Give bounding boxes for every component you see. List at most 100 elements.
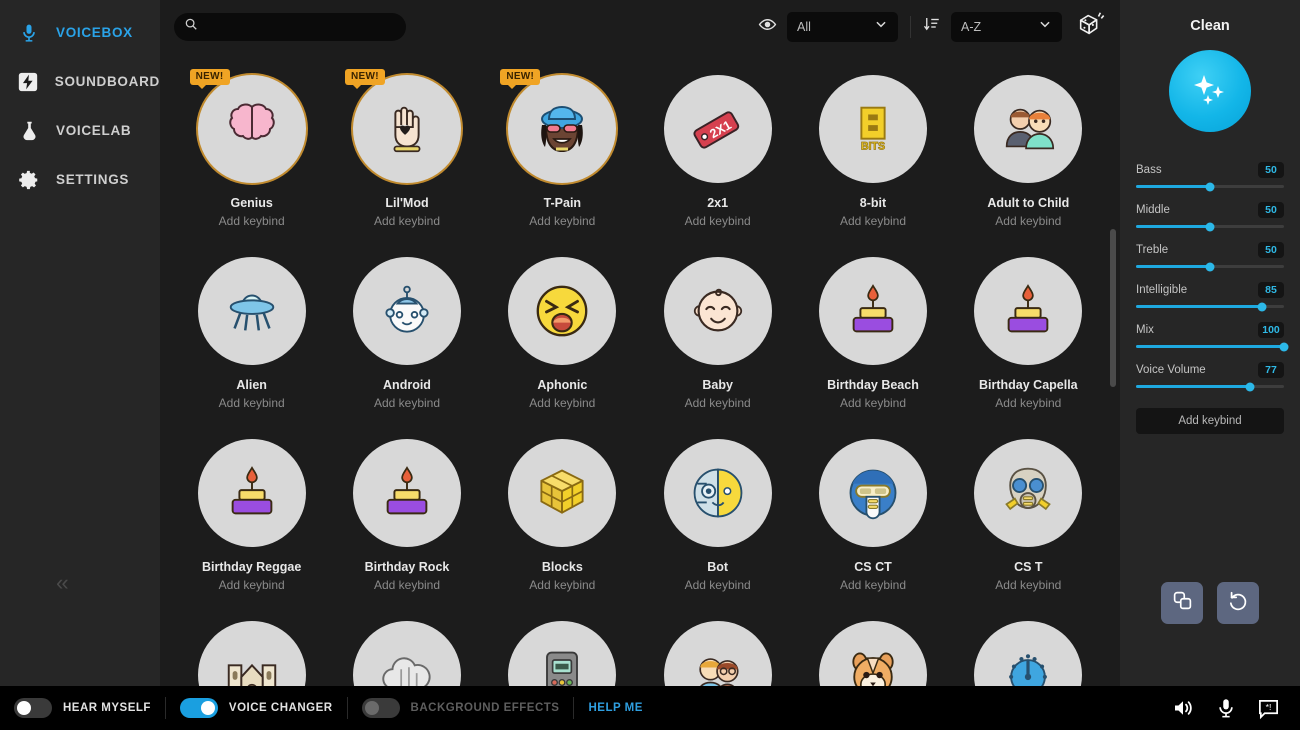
voice-card[interactable]: BITS 8-bit Add keybind (795, 63, 950, 245)
sidebar-item-voicelab[interactable]: VOICELAB (0, 106, 160, 155)
voice-avatar-wrap (974, 439, 1083, 547)
voice-card[interactable] (640, 609, 795, 686)
voice-card[interactable]: Android Add keybind (329, 245, 484, 427)
slider-knob[interactable] (1205, 182, 1215, 191)
search-input[interactable] (205, 19, 396, 34)
slider-track[interactable] (1136, 302, 1284, 311)
voice-add-keybind[interactable]: Add keybind (685, 396, 751, 410)
scrollbar-thumb[interactable] (1110, 229, 1116, 387)
voice-changer-switch[interactable] (179, 698, 218, 718)
slider-knob[interactable] (1245, 382, 1255, 391)
sort-descending-icon[interactable] (923, 15, 941, 38)
slider-value: 50 (1258, 162, 1284, 178)
voice-card[interactable]: Birthday Reggae Add keybind (174, 427, 329, 609)
voice-card[interactable]: Baby Add keybind (640, 245, 795, 427)
voice-add-keybind[interactable]: Add keybind (685, 578, 751, 592)
search-field[interactable] (174, 12, 406, 41)
birthday-cake-icon (352, 439, 461, 547)
voice-add-keybind[interactable]: Add keybind (995, 214, 1061, 228)
voice-card[interactable]: NEW! Genius Add keybind (174, 63, 329, 245)
voice-add-keybind[interactable]: Add keybind (995, 578, 1061, 592)
scrollbar-track[interactable] (1110, 61, 1116, 678)
voice-avatar-wrap (818, 621, 927, 686)
sidebar-item-label: VOICELAB (56, 123, 132, 138)
voice-add-keybind[interactable]: Add keybind (995, 396, 1061, 410)
sidebar-item-soundboard[interactable]: SOUNDBOARD (0, 57, 160, 106)
censor-bleep-icon[interactable]: *! (1257, 697, 1280, 720)
voice-card[interactable]: Birthday Capella Add keybind (951, 245, 1106, 427)
reset-button[interactable] (1217, 582, 1259, 624)
duplicate-button[interactable] (1161, 582, 1203, 624)
slider-value: 77 (1258, 362, 1284, 378)
voice-card[interactable]: CS T Add keybind (951, 427, 1106, 609)
voice-add-keybind[interactable]: Add keybind (840, 396, 906, 410)
help-me-link[interactable]: HELP ME (574, 702, 642, 714)
voice-add-keybind[interactable]: Add keybind (840, 578, 906, 592)
voice-card[interactable]: Alien Add keybind (174, 245, 329, 427)
slider-track[interactable] (1136, 262, 1284, 271)
slider-fill (1136, 345, 1284, 348)
voice-card[interactable]: NEW! Lil'Mod Add keybind (329, 63, 484, 245)
hear-myself-switch[interactable] (14, 698, 52, 718)
randomize-button[interactable] (1076, 9, 1106, 44)
voice-card[interactable]: Birthday Rock Add keybind (329, 427, 484, 609)
toggle-hear-myself[interactable]: HEAR MYSELF (14, 698, 165, 718)
sidebar-item-voicebox[interactable]: VOICEBOX (0, 8, 160, 57)
slider-row: Intelligible 85 (1136, 282, 1284, 311)
voice-card[interactable]: Blocks Add keybind (485, 427, 640, 609)
voice-name: Birthday Beach (827, 378, 919, 392)
slider-knob[interactable] (1205, 262, 1215, 271)
voice-card[interactable]: Aphonic Add keybind (485, 245, 640, 427)
voice-card[interactable]: CS CT Add keybind (795, 427, 950, 609)
voice-add-keybind[interactable]: Add keybind (219, 578, 285, 592)
toggle-background-effects[interactable]: BACKGROUND EFFECTS (348, 698, 574, 718)
voice-card[interactable]: Bot Add keybind (640, 427, 795, 609)
voice-add-keybind[interactable]: Add keybind (219, 214, 285, 228)
voice-card[interactable] (174, 609, 329, 686)
voice-card[interactable]: Adult to Child Add keybind (951, 63, 1106, 245)
panel-add-keybind-button[interactable]: Add keybind (1136, 408, 1284, 434)
voice-add-keybind[interactable]: Add keybind (529, 396, 595, 410)
slider-track[interactable] (1136, 342, 1289, 351)
gas-mask-icon (974, 439, 1083, 547)
filter-group: All (758, 11, 898, 42)
counter-terrorist-icon (818, 439, 927, 547)
slider-knob[interactable] (1257, 302, 1267, 311)
slider-knob[interactable] (1205, 222, 1215, 231)
slider-row: Treble 50 (1136, 242, 1284, 271)
speaker-icon[interactable] (1171, 696, 1195, 720)
voice-card[interactable] (795, 609, 950, 686)
voice-card[interactable]: NEW! T-Pain Add keybind (485, 63, 640, 245)
slider-fill (1136, 265, 1210, 268)
microphone-icon[interactable] (1215, 697, 1237, 719)
voice-card[interactable]: 2X1 2x1 Add keybind (640, 63, 795, 245)
voice-name: Android (383, 378, 431, 392)
slider-track[interactable] (1136, 382, 1284, 391)
eye-icon[interactable] (758, 15, 777, 39)
voice-add-keybind[interactable]: Add keybind (219, 396, 285, 410)
slider-track[interactable] (1136, 182, 1284, 191)
slider-knob[interactable] (1279, 342, 1289, 351)
sort-select[interactable]: A-Z (951, 11, 1062, 42)
sidebar-collapse-button[interactable]: ‹‹ (56, 572, 69, 594)
voice-grid-scroll[interactable]: NEW! Genius Add keybind NEW! Lil'Mod Add keyb… (160, 53, 1120, 686)
background-effects-switch[interactable] (361, 698, 400, 718)
voice-add-keybind[interactable]: Add keybind (374, 578, 440, 592)
voice-add-keybind[interactable]: Add keybind (374, 214, 440, 228)
slider-head: Intelligible 85 (1136, 282, 1284, 298)
voice-card[interactable]: Birthday Beach Add keybind (795, 245, 950, 427)
voice-add-keybind[interactable]: Add keybind (840, 214, 906, 228)
filter-select[interactable]: All (787, 11, 898, 42)
cathedral-icon (197, 621, 306, 686)
sidebar-item-settings[interactable]: SETTINGS (0, 155, 160, 204)
slider-track[interactable] (1136, 222, 1284, 231)
voice-card[interactable] (329, 609, 484, 686)
voice-add-keybind[interactable]: Add keybind (374, 396, 440, 410)
voice-add-keybind[interactable]: Add keybind (685, 214, 751, 228)
toggle-voice-changer[interactable]: VOICE CHANGER (166, 698, 347, 718)
voice-card[interactable] (951, 609, 1106, 686)
voice-add-keybind[interactable]: Add keybind (529, 578, 595, 592)
sparkles-icon (1186, 65, 1234, 118)
voice-add-keybind[interactable]: Add keybind (529, 214, 595, 228)
voice-card[interactable] (485, 609, 640, 686)
